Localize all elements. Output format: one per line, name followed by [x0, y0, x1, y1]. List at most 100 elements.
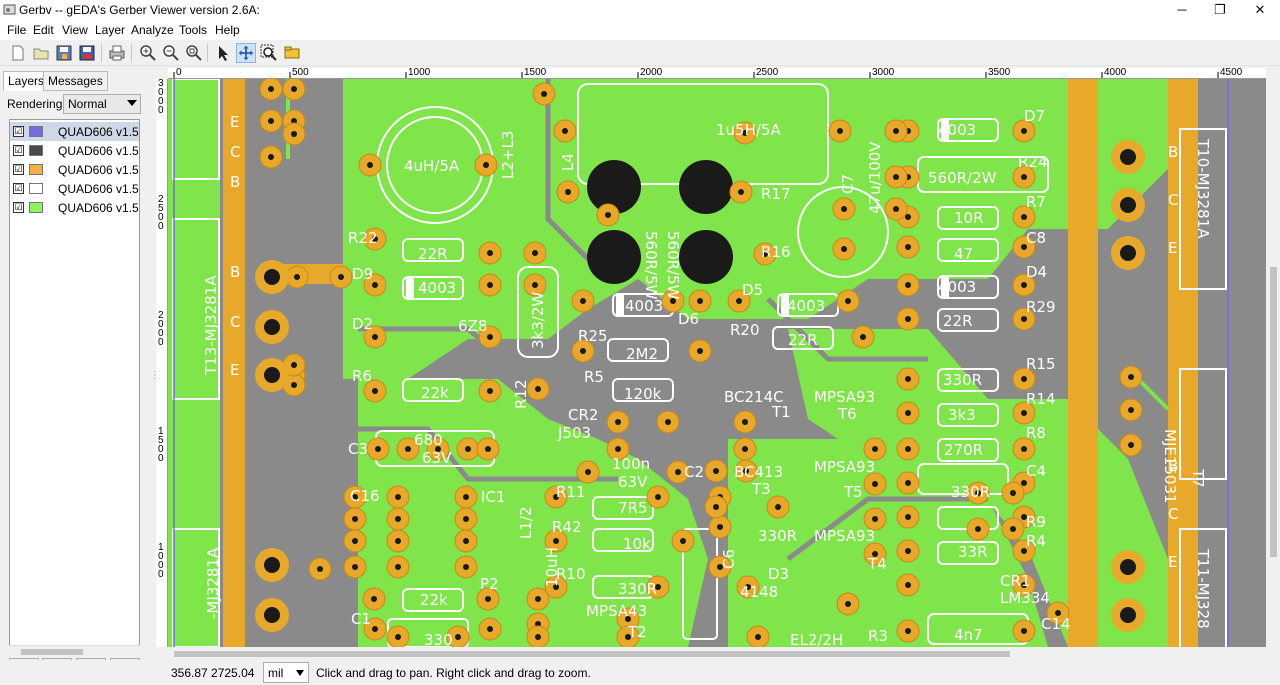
menu-edit[interactable]: Edit: [33, 23, 54, 37]
silkscreen-label: R3: [868, 627, 888, 645]
silkscreen-label: 330: [424, 631, 453, 647]
new-icon[interactable]: [8, 43, 28, 63]
scrollbar-thumb[interactable]: [1270, 267, 1277, 557]
silkscreen-label: T7: [1189, 468, 1207, 488]
silkscreen-label: -MJ3281A: [204, 547, 222, 619]
pcb-drill-hole: [697, 348, 703, 354]
maximize-button[interactable]: ❐: [1200, 0, 1240, 20]
layer-list-scrollbar[interactable]: [9, 645, 140, 657]
silkscreen-label: T13-MJ3281A: [202, 275, 220, 376]
pcb-drill-hole: [352, 538, 358, 544]
menu-analyze[interactable]: Analyze: [131, 23, 174, 37]
pan-icon[interactable]: [236, 43, 256, 63]
tab-messages[interactable]: Messages: [43, 71, 108, 91]
pcb-drill-hole: [697, 298, 703, 304]
measure-icon[interactable]: [282, 43, 302, 63]
pcb-drill-hole: [375, 446, 381, 452]
layer-visibility-checkbox[interactable]: ☑: [13, 202, 24, 213]
layer-row[interactable]: ☑ QUAD606 v1.5D: [10, 160, 139, 179]
silkscreen-label: R22: [348, 229, 378, 247]
silkscreen-label: R17: [761, 185, 791, 203]
canvas-vertical-scrollbar[interactable]: [1266, 68, 1280, 658]
layer-visibility-checkbox[interactable]: ☑: [13, 183, 24, 194]
pcb-drill-hole: [841, 246, 847, 252]
pcb-drill-hole: [893, 206, 899, 212]
layer-row[interactable]: ☑ QUAD606 v1.5D: [10, 141, 139, 160]
print-icon[interactable]: [107, 43, 127, 63]
silkscreen-label: 4003: [787, 297, 825, 315]
silkscreen-label: E: [230, 361, 239, 379]
layer-color-swatch[interactable]: [29, 126, 43, 137]
pcb-drill-hole: [395, 538, 401, 544]
zoom-out-icon[interactable]: [161, 43, 181, 63]
silkscreen-label: C1: [351, 610, 371, 628]
silkscreen-label: B: [1168, 143, 1178, 161]
layer-visibility-checkbox[interactable]: ☑: [13, 164, 24, 175]
save-icon[interactable]: [77, 43, 97, 63]
menu-file[interactable]: File: [7, 23, 26, 37]
silkscreen-label: 47u/100V: [866, 141, 884, 214]
silkscreen-label: R4: [1026, 532, 1046, 550]
pcb-drill-hole: [580, 298, 586, 304]
minimize-button[interactable]: ─: [1162, 0, 1202, 20]
silkscreen-label: B: [1168, 457, 1178, 475]
ruler-tick-label: 1000: [408, 68, 431, 78]
pcb-drill-hole: [845, 298, 851, 304]
revert-icon[interactable]: [54, 43, 74, 63]
layer-color-swatch[interactable]: [29, 145, 43, 156]
pcb-drill-hole: [1021, 376, 1027, 382]
silkscreen-label: L1/2: [517, 507, 535, 540]
menu-view[interactable]: View: [62, 23, 88, 37]
scrollbar-thumb[interactable]: [21, 649, 83, 655]
layer-row[interactable]: ☑ QUAD606 v1.5D: [10, 122, 139, 141]
layer-row[interactable]: ☑ QUAD606 v1.5D: [10, 198, 140, 217]
pcb-drill-hole: [562, 128, 568, 134]
pcb-drill-hole: [872, 516, 878, 522]
pointer-icon[interactable]: [213, 43, 233, 63]
canvas-horizontal-scrollbar[interactable]: [168, 648, 1266, 660]
pcb-canvas[interactable]: 4uH/5A L2+L3 1u5H/5A L4 560R/5W 560R/5W R17 R16…: [168, 79, 1266, 647]
pcb-drill-hole: [905, 582, 911, 588]
layer-color-swatch[interactable]: [29, 183, 43, 194]
pcb-drill-hole: [1128, 407, 1134, 413]
silkscreen-label: MPSA93: [814, 388, 875, 406]
layer-visibility-checkbox[interactable]: ☑: [13, 145, 24, 156]
ruler-tick-label: 2000: [158, 310, 164, 348]
layer-visibility-checkbox[interactable]: ☑: [13, 126, 24, 137]
pcb-drill-hole: [395, 516, 401, 522]
layer-name: QUAD606 v1.5D: [58, 201, 140, 215]
open-icon[interactable]: [31, 43, 51, 63]
pcb-drill-hole: [905, 282, 911, 288]
panel-splitter-handle[interactable]: ⋮: [150, 370, 160, 386]
rendering-select[interactable]: Normal: [63, 94, 141, 114]
silkscreen-label: T1: [771, 403, 791, 421]
silkscreen-label: C6: [720, 549, 738, 569]
layer-color-swatch[interactable]: [29, 202, 43, 213]
zoom-tool-icon[interactable]: [259, 43, 279, 63]
unit-select[interactable]: mil: [263, 662, 309, 683]
pcb-drill-hole: [680, 538, 686, 544]
zoom-fit-icon[interactable]: [184, 43, 204, 63]
pcb-drill-hole: [317, 566, 323, 572]
menu-layer[interactable]: Layer: [95, 23, 125, 37]
pcb-drill-hole: [291, 86, 297, 92]
pcb-drill-hole: [845, 601, 851, 607]
layer-color-swatch[interactable]: [29, 164, 43, 175]
pcb-drill-hole: [1021, 628, 1027, 634]
menu-tools[interactable]: Tools: [179, 23, 207, 37]
pcb-drill-hole: [580, 348, 586, 354]
pcb-drill-hole: [905, 410, 911, 416]
chevron-down-icon: [296, 670, 304, 676]
silkscreen-label: T3: [751, 480, 771, 498]
pcb-drill-hole: [268, 118, 274, 124]
chevron-down-icon: [127, 100, 137, 106]
zoom-in-icon[interactable]: [138, 43, 158, 63]
pcb-drill-hole: [405, 446, 411, 452]
pcb-drill-hole: [535, 634, 541, 640]
layer-row[interactable]: ☑ QUAD606 v1.5D: [10, 179, 139, 198]
ruler-tick-label: 3500: [988, 68, 1011, 78]
menu-help[interactable]: Help: [215, 23, 240, 37]
close-button[interactable]: ✕: [1240, 0, 1280, 20]
scrollbar-thumb[interactable]: [174, 651, 1010, 657]
pcb-drill-hole: [905, 316, 911, 322]
